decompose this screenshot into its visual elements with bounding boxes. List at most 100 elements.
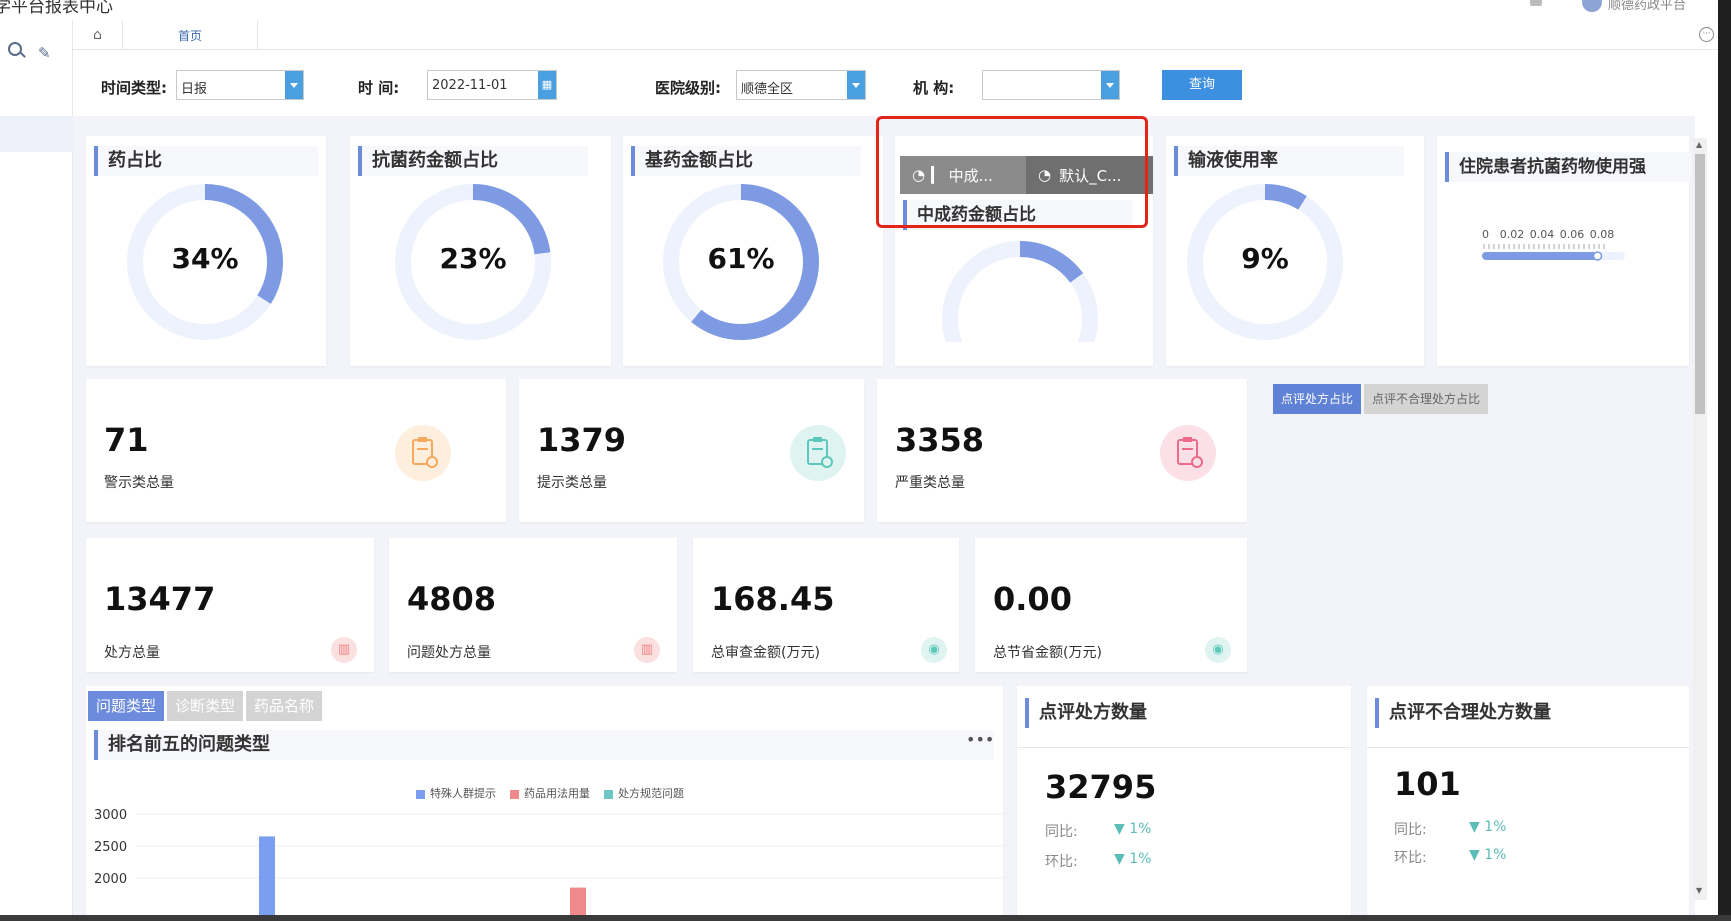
card-title: 药占比 <box>94 146 318 176</box>
tab-review-ratio[interactable]: 点评处方占比 <box>1273 384 1362 414</box>
legend-swatch <box>416 789 425 799</box>
scroll-down-icon[interactable]: ▼ <box>1696 886 1702 895</box>
home-icon[interactable]: ⌂ <box>73 20 123 50</box>
slider-fill <box>1482 252 1598 260</box>
dashboard-main: 药占比 34% 抗菌药金额占比 23% 基药金额占比 61% 中成药金额占比 ◔… <box>73 116 1695 915</box>
hospital-level-label: 医院级别: <box>655 79 721 97</box>
legend-label: 药品用法用量 <box>524 787 590 800</box>
app-title: 学平台报表中心 <box>0 0 113 17</box>
search-icon[interactable] <box>8 42 22 56</box>
highlight-box <box>876 116 1148 228</box>
money-bag-icon: ◉ <box>921 637 947 663</box>
kpi-card-saved-amount: 0.00 总节省金额(万元) ◉ <box>975 538 1247 672</box>
bar[interactable] <box>259 836 275 915</box>
calendar-icon[interactable]: ▦ <box>538 71 556 99</box>
yoy-value: ▼ 1% <box>1114 821 1152 837</box>
kpi-number: 1379 <box>537 421 627 459</box>
clipboard-icon <box>395 425 451 481</box>
unreasonable-count-card: 点评不合理处方数量 101 同比: ▼ 1% 环比: ▼ 1% <box>1367 686 1689 915</box>
tab-diagnosis-type[interactable]: 诊断类型 <box>167 691 244 721</box>
chevron-down-icon[interactable] <box>847 71 865 99</box>
mom-label: 环比: <box>1394 850 1427 866</box>
user-name[interactable]: 顺德药政平台 <box>1608 0 1686 13</box>
bar[interactable] <box>570 887 586 915</box>
donut-card-antibiotic-ratio: 抗菌药金额占比 23% <box>350 136 611 366</box>
divider <box>1017 747 1351 748</box>
hospital-level-value: 顺德全区 <box>741 82 794 97</box>
chevron-down-icon[interactable] <box>285 71 303 99</box>
bell-icon[interactable] <box>1530 0 1542 6</box>
clipboard-block-icon <box>1160 425 1216 481</box>
legend-item[interactable]: 药品用法用量 <box>510 785 590 801</box>
chart-title: 排名前五的问题类型 <box>94 730 994 760</box>
mom-value: ▼ 1% <box>1469 847 1507 863</box>
card-title: 住院患者抗菌药物使用强 <box>1445 152 1691 182</box>
desktop-edge: F L I V <box>1718 0 1731 915</box>
more-options-icon[interactable]: ••• <box>966 730 994 749</box>
user-avatar-icon[interactable] <box>1582 0 1602 12</box>
legend-label: 处方规范问题 <box>618 787 684 800</box>
slider-tick-label: 0.04 <box>1530 228 1555 241</box>
tab-bar: ⌂ 首页 ··· <box>73 20 1718 50</box>
donut-value: 23% <box>439 242 507 275</box>
org-select[interactable] <box>982 70 1120 100</box>
sidebar-active-item[interactable] <box>0 116 73 152</box>
sidebar: ✎ <box>0 20 73 915</box>
slider-tick-label: 0.02 <box>1500 228 1525 241</box>
date-value: 2022-11-01 <box>432 78 508 93</box>
tab-drug-name[interactable]: 药品名称 <box>246 691 323 721</box>
legend-item[interactable]: 特殊人群提示 <box>416 785 496 801</box>
kpi-card-severe: 3358 严重类总量 <box>877 379 1247 522</box>
y-tick-label: 2500 <box>94 840 127 855</box>
inpatient-slider: 0 0.02 0.04 0.06 0.08 <box>1482 228 1625 261</box>
time-type-label: 时间类型: <box>101 79 167 97</box>
clipboard-svg <box>807 437 833 468</box>
bar-chart-icon: ▥ <box>331 637 357 663</box>
card-title: 点评不合理处方数量 <box>1375 698 1675 728</box>
tab-problem-type[interactable]: 问题类型 <box>88 691 165 721</box>
scrollbar-thumb[interactable] <box>1695 154 1705 414</box>
bar-chart-icon: ▥ <box>634 637 660 663</box>
scroll-up-icon[interactable]: ▲ <box>1696 140 1702 149</box>
problem-type-chart-card: 问题类型 诊断类型 药品名称 排名前五的问题类型 ••• 特殊人群提示 药品用法… <box>86 686 1003 915</box>
legend-item[interactable]: 处方规范问题 <box>604 785 684 801</box>
donut-card-infusion-rate: 输液使用率 9% <box>1166 136 1424 366</box>
kpi-number: 0.00 <box>993 580 1072 618</box>
kpi-card-hint: 1379 提示类总量 <box>519 379 864 522</box>
y-tick-label: 3000 <box>94 808 127 823</box>
kpi-label: 严重类总量 <box>895 475 965 491</box>
kpi-label: 总节省金额(万元) <box>993 645 1102 661</box>
review-count-card: 点评处方数量 32795 同比: ▼ 1% 环比: ▼ 1% <box>1017 686 1351 915</box>
slider-tick-label: 0.08 <box>1590 228 1615 241</box>
unreasonable-count-number: 101 <box>1394 765 1461 803</box>
slider-tick-label: 0 <box>1482 228 1489 241</box>
chart-legend: 特殊人群提示 药品用法用量 处方规范问题 <box>416 785 684 801</box>
slider-knob[interactable] <box>1592 251 1603 261</box>
kpi-number: 168.45 <box>711 580 835 618</box>
vertical-scrollbar[interactable]: ▲ ▼ <box>1693 138 1707 900</box>
top-bar: 学平台报表中心 顺德药政平台 <box>0 0 1718 20</box>
mom-value: ▼ 1% <box>1114 851 1152 867</box>
time-type-value: 日报 <box>181 82 208 97</box>
kpi-card-problem-prescriptions: 4808 问题处方总量 ▥ <box>389 538 677 672</box>
card-title: 输液使用率 <box>1174 146 1404 176</box>
card-title: 抗菌药金额占比 <box>358 146 588 176</box>
hospital-level-select[interactable]: 顺德全区 <box>736 70 866 100</box>
donut-value: 61% <box>707 242 775 275</box>
tab-unreasonable-ratio[interactable]: 点评不合理处方占比 <box>1364 384 1489 414</box>
review-tabs: 点评处方占比 点评不合理处方占比 <box>1273 384 1491 414</box>
triangle-down-icon: ▼ <box>1114 821 1130 837</box>
ellipsis-icon[interactable]: ··· <box>1699 27 1714 42</box>
kpi-number: 71 <box>104 421 149 459</box>
yoy-value: ▼ 1% <box>1469 819 1507 835</box>
money-bag-icon: ◉ <box>1205 637 1231 663</box>
triangle-down-icon: ▼ <box>1469 819 1485 835</box>
chevron-down-icon[interactable] <box>1101 71 1119 99</box>
time-type-select[interactable]: 日报 <box>176 70 304 100</box>
triangle-down-icon: ▼ <box>1114 851 1130 867</box>
donut-card-drug-ratio: 药占比 34% <box>86 136 326 366</box>
tab-home-page[interactable]: 首页 <box>123 20 258 50</box>
pin-icon[interactable]: ✎ <box>38 44 51 62</box>
query-button[interactable]: 查询 <box>1162 70 1242 100</box>
date-input[interactable]: 2022-11-01 ▦ <box>427 70 557 100</box>
